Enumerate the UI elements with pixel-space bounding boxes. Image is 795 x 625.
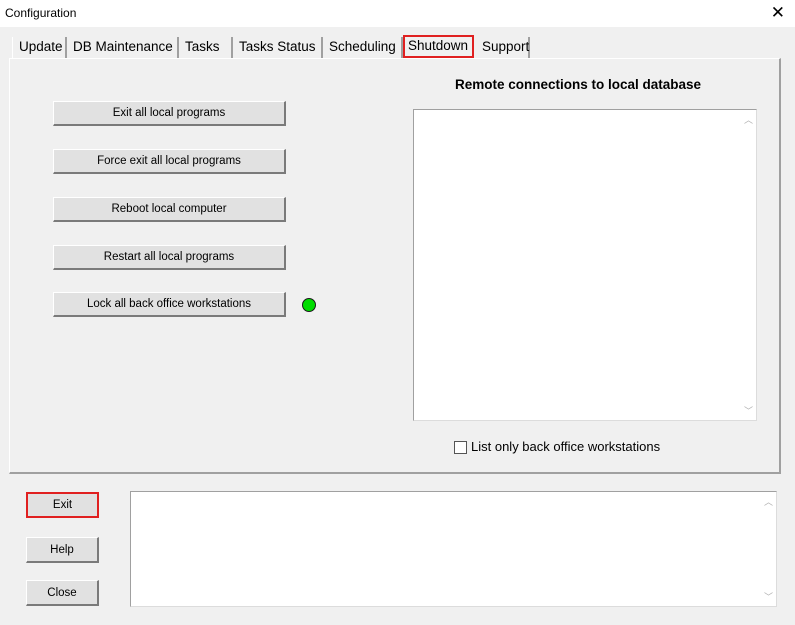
log-scrollbar[interactable]: ︿ ﹀	[759, 492, 776, 606]
scroll-down-icon[interactable]: ﹀	[764, 590, 773, 603]
remote-connections-scrollbar[interactable]: ︿ ﹀	[739, 110, 756, 420]
help-button[interactable]: Help	[26, 537, 99, 563]
tab-scheduling[interactable]: Scheduling	[323, 37, 403, 58]
tab-support[interactable]: Support	[476, 37, 530, 58]
scroll-down-icon[interactable]: ﹀	[744, 404, 753, 417]
tab-shutdown[interactable]: Shutdown	[403, 35, 474, 58]
scroll-up-icon[interactable]: ︿	[764, 495, 773, 508]
title-bar: Configuration ✕	[0, 0, 795, 27]
lock-all-back-office-workstations-button[interactable]: Lock all back office workstations	[53, 292, 286, 317]
list-only-back-office-label[interactable]: List only back office workstations	[471, 439, 660, 454]
exit-button[interactable]: Exit	[26, 492, 99, 518]
log-output-box[interactable]: ︿ ﹀	[130, 491, 777, 607]
list-only-back-office-checkbox[interactable]	[454, 441, 467, 454]
close-icon[interactable]: ✕	[771, 3, 785, 23]
status-led-icon	[302, 298, 316, 312]
force-exit-all-local-programs-button[interactable]: Force exit all local programs	[53, 149, 286, 174]
restart-all-local-programs-button[interactable]: Restart all local programs	[53, 245, 286, 270]
exit-all-local-programs-button[interactable]: Exit all local programs	[53, 101, 286, 126]
close-button[interactable]: Close	[26, 580, 99, 606]
remote-connections-heading: Remote connections to local database	[454, 77, 702, 92]
tab-db-maintenance[interactable]: DB Maintenance	[67, 37, 179, 58]
remote-connections-list[interactable]: ︿ ﹀	[413, 109, 757, 421]
reboot-local-computer-button[interactable]: Reboot local computer	[53, 197, 286, 222]
tab-update[interactable]: Update	[12, 37, 67, 58]
scroll-up-icon[interactable]: ︿	[744, 113, 753, 126]
tab-tasks-status[interactable]: Tasks Status	[233, 37, 323, 58]
tab-tasks[interactable]: Tasks	[179, 37, 233, 58]
window-title: Configuration	[5, 6, 77, 20]
